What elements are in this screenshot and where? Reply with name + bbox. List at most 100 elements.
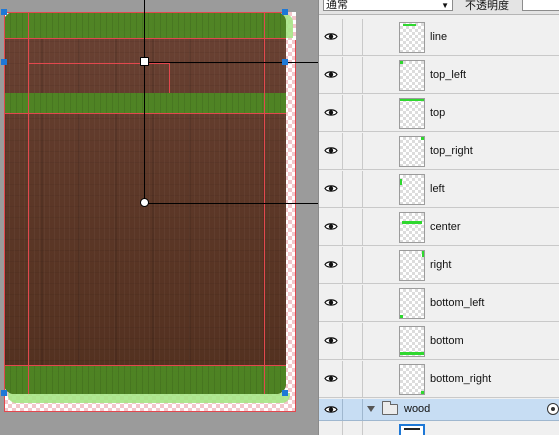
visibility-toggle[interactable] [319,133,343,170]
bottom-right-corner-icon [421,391,424,394]
slice-guide-inner-right [169,63,170,93]
selection-handle-top-right[interactable] [282,9,288,15]
slice-guide-v1 [28,12,29,394]
layer-name: left [430,183,445,195]
lock-slot[interactable] [343,19,363,56]
anchor-point-upper[interactable] [140,57,149,66]
layer-row[interactable]: top [319,95,559,132]
center-icon [402,221,422,224]
visibility-toggle[interactable] [319,323,343,360]
layer-thumbnail [399,60,425,91]
slice-guide-outer-left [4,12,5,412]
selection-handle-mid-right[interactable] [282,59,288,65]
green-band-middle [4,93,286,113]
layer-thumbnail [399,174,425,205]
layer-row[interactable]: right [319,247,559,284]
layer-row[interactable]: bottom_right [319,361,559,398]
top-right-corner-icon [421,137,424,140]
right-edge-icon [422,251,424,257]
eye-icon [324,223,338,230]
eye-icon [324,71,338,78]
lock-slot[interactable] [343,209,363,246]
layer-thumbnail [399,288,425,319]
selection-handle-bottom-left[interactable] [1,390,7,396]
lock-slot[interactable] [343,133,363,170]
group-visibility-toggle[interactable] [319,399,343,421]
layer-name: bottom [430,335,464,347]
lock-slot[interactable] [343,421,363,435]
group-lock-slot[interactable] [343,399,363,421]
layer-thumbnail [399,326,425,357]
target-icon[interactable] [547,403,559,415]
lock-slot[interactable] [343,285,363,322]
layer-row[interactable]: bottom [319,323,559,360]
layer-row[interactable]: line [319,19,559,56]
eye-icon [324,299,338,306]
eye-icon [324,375,338,382]
visibility-slot[interactable] [319,421,343,435]
eye-icon [324,337,338,344]
layer-name: top [430,107,446,119]
layers-panel-toolbar: 通常 ▼ 不透明度 [319,0,559,15]
layer-group-row[interactable]: wood [319,399,559,421]
layer-thumbnail [399,250,425,281]
opacity-label: 不透明度 [465,0,509,12]
blend-mode-select[interactable]: 通常 ▼ [323,0,453,11]
layer-name: bottom_left [430,297,485,309]
visibility-toggle[interactable] [319,209,343,246]
top-left-corner-icon [400,61,403,64]
selection-handle-mid-left[interactable] [1,59,7,65]
visibility-toggle[interactable] [319,247,343,284]
visibility-toggle[interactable] [319,361,343,398]
selection-handle-top-left[interactable] [1,9,7,15]
transform-line-vertical [144,0,145,203]
layer-row[interactable]: top_left [319,57,559,94]
visibility-toggle[interactable] [319,95,343,132]
layer-row-partial[interactable] [319,421,559,435]
slice-guide-outer-top [4,12,286,13]
lock-slot[interactable] [343,323,363,360]
layer-thumbnail [399,364,425,395]
lock-slot[interactable] [343,247,363,284]
slice-guide-h1 [4,38,286,39]
eye-icon [324,406,338,413]
selection-handle-bottom-right[interactable] [282,390,288,396]
eye-icon [324,261,338,268]
canvas-area[interactable] [0,0,318,435]
layer-thumbnail [399,98,425,129]
bottom-edge-icon [400,352,424,355]
visibility-toggle[interactable] [319,57,343,94]
layer-thumbnail [399,212,425,243]
lock-slot[interactable] [343,361,363,398]
lock-slot[interactable] [343,95,363,132]
green-band-bottom [4,365,286,394]
layer-row[interactable]: center [319,209,559,246]
layer-name: line [430,31,448,43]
visibility-toggle[interactable] [319,285,343,322]
disclosure-triangle-icon[interactable] [367,406,375,412]
lock-slot[interactable] [343,171,363,208]
layer-name: bottom_right [430,373,492,385]
top-line-icon [403,24,416,26]
eye-icon [324,147,338,154]
eye-icon [324,109,338,116]
visibility-toggle[interactable] [319,19,343,56]
layer-thumbnail [399,22,425,53]
bottom-left-corner-icon [400,315,403,318]
anchor-point-center[interactable] [140,198,149,207]
group-name: wood [404,403,431,415]
eye-icon [324,185,338,192]
transform-line-lower [144,203,318,204]
blend-mode-value: 通常 [326,0,348,11]
top-edge-icon [400,99,424,101]
layer-row[interactable]: bottom_left [319,285,559,322]
layers-panel: 通常 ▼ 不透明度 line top_lefttop top_rightleft ce… [318,0,559,435]
layer-row[interactable]: left [319,171,559,208]
visibility-toggle[interactable] [319,171,343,208]
lock-slot[interactable] [343,57,363,94]
layer-row[interactable]: top_right [319,133,559,170]
slice-guide-h3 [4,365,286,366]
layer-name: right [430,259,452,271]
layer-thumbnail [399,136,425,167]
opacity-input[interactable] [522,0,559,11]
